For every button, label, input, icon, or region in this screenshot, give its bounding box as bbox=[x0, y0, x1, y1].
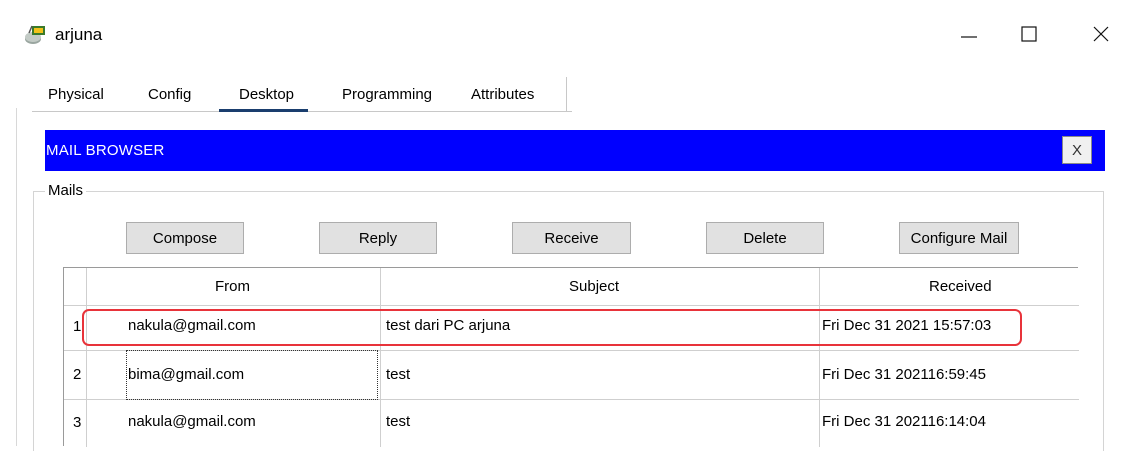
close-window-button[interactable] bbox=[1078, 14, 1124, 54]
mail-from: nakula@gmail.com bbox=[128, 317, 256, 334]
compose-button[interactable]: Compose bbox=[126, 222, 244, 254]
tab-config[interactable]: Config bbox=[148, 86, 191, 103]
mail-received: Fri Dec 31 202116:14:04 bbox=[822, 413, 986, 430]
mail-received: Fri Dec 31 2021 15:57:03 bbox=[822, 317, 992, 334]
column-divider bbox=[380, 268, 381, 447]
maximize-button[interactable] bbox=[1006, 14, 1052, 54]
column-header-subject[interactable]: Subject bbox=[569, 278, 619, 295]
device-tabs: Physical Config Desktop Programming Attr… bbox=[32, 77, 572, 112]
row-number: 3 bbox=[73, 414, 82, 431]
tab-programming[interactable]: Programming bbox=[342, 86, 432, 103]
tab-desktop[interactable]: Desktop bbox=[218, 86, 309, 112]
column-divider bbox=[86, 268, 87, 447]
minimize-icon bbox=[961, 36, 977, 38]
receive-button[interactable]: Receive bbox=[512, 222, 631, 254]
close-icon bbox=[1093, 26, 1109, 42]
mail-received: Fri Dec 31 202116:59:45 bbox=[822, 366, 986, 383]
configure-mail-button[interactable]: Configure Mail bbox=[899, 222, 1019, 254]
column-header-from[interactable]: From bbox=[215, 278, 250, 295]
minimize-button[interactable] bbox=[946, 14, 992, 54]
column-divider bbox=[819, 268, 820, 447]
mail-subject: test bbox=[386, 366, 411, 383]
mail-from: bima@gmail.com bbox=[128, 366, 245, 383]
panel-border bbox=[16, 108, 17, 446]
mail-from: nakula@gmail.com bbox=[128, 413, 256, 430]
mail-browser-titlebar bbox=[45, 130, 1105, 171]
delete-button[interactable]: Delete bbox=[706, 222, 824, 254]
mail-table: From Subject Received 1 nakula@gmail.com… bbox=[63, 267, 1079, 447]
tab-attributes[interactable]: Attributes bbox=[471, 86, 534, 103]
tab-physical[interactable]: Physical bbox=[48, 86, 104, 103]
column-header-received[interactable]: Received bbox=[929, 278, 992, 295]
window-title: arjuna bbox=[55, 25, 103, 44]
window-titlebar: arjuna bbox=[0, 0, 1124, 70]
tab-strip-divider bbox=[566, 77, 567, 112]
row-divider bbox=[64, 305, 1079, 306]
row-number: 1 bbox=[73, 318, 82, 335]
router-device-icon bbox=[25, 25, 45, 44]
maximize-icon bbox=[1021, 26, 1037, 42]
mail-subject: test dari PC arjuna bbox=[386, 317, 511, 334]
mails-group-label: Mails bbox=[45, 182, 87, 199]
row-number: 2 bbox=[73, 366, 82, 383]
mail-subject: test bbox=[386, 413, 411, 430]
mail-browser-title: MAIL BROWSER bbox=[46, 142, 165, 159]
reply-button[interactable]: Reply bbox=[319, 222, 437, 254]
mail-browser-close-button[interactable]: X bbox=[1062, 136, 1092, 164]
